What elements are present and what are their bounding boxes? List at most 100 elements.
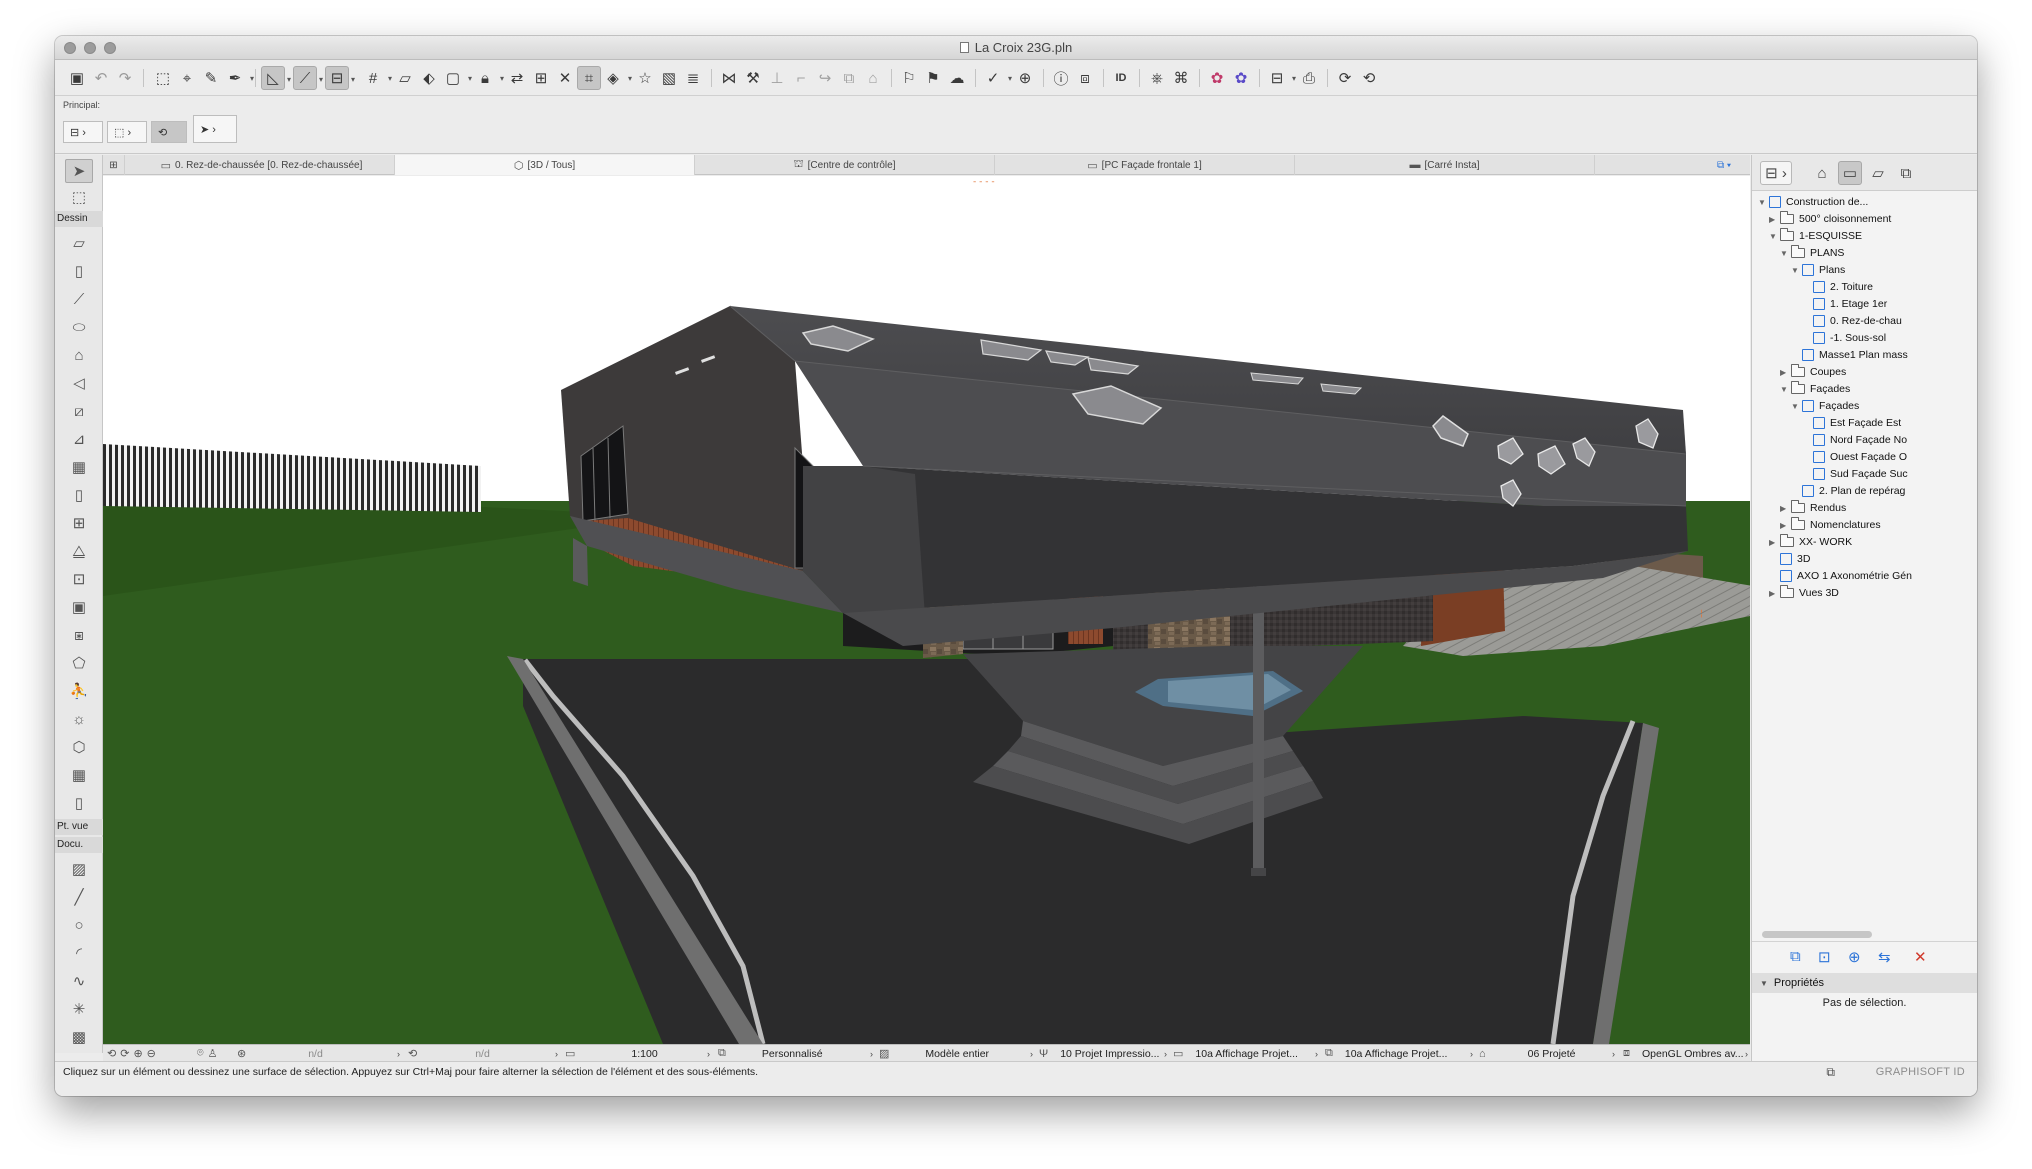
tab-floor-plan[interactable]: ▭ 0. Rez-de-chaussée [0. Rez-de-chaussée] [129,155,395,175]
ruler-icon[interactable]: ▱ [393,66,417,90]
marquee-icon[interactable]: ⬚ [151,66,175,90]
renovation-field[interactable]: ⌂ 06 Projeté › [1479,1045,1615,1062]
slab-tool-icon[interactable]: ⬭ [65,315,93,339]
tree-item[interactable]: ▶ Vues 3D [1769,584,1839,602]
gravity-icon[interactable]: ⊟ ▾ [325,66,355,90]
navigator-scrollbar[interactable] [1762,931,1872,938]
star-icon[interactable]: ☆ [633,66,657,90]
tag-icon[interactable]: ⌘ [1169,66,1193,90]
redo-icon[interactable]: ↷ [113,66,137,90]
element-tool-icon[interactable]: ⬡ [65,735,93,759]
grid-icon[interactable]: # ▾ [361,66,392,90]
arrow-tool-icon[interactable]: ➤ [65,159,93,183]
revision-icon[interactable]: ⟲ [1357,66,1381,90]
tree-item[interactable]: ▼ Façades [1780,380,1850,398]
check-icon[interactable]: ✓ ▾ [981,66,1012,90]
layer-combo-field[interactable]: ⧉ Personnalisé › [718,1045,873,1062]
group-icon[interactable]: ▢ ▾ [441,66,472,90]
adjust-icon[interactable]: ⚒ [741,66,765,90]
pick-icon[interactable]: ⌖ [175,66,199,90]
tree-item[interactable]: 2. Toiture [1813,278,1873,296]
offset-icon[interactable]: ↪ [813,66,837,90]
column-tool-icon[interactable]: ▯ [65,259,93,283]
tree-item[interactable]: ▶ Nomenclatures [1780,516,1881,534]
new-view-icon[interactable]: ⊕ [1848,948,1861,966]
graphic-override-field[interactable]: ⧉ 10a Affichage Projet... › [1325,1045,1473,1062]
morph-tool-icon[interactable]: ⬠ [65,651,93,675]
boolean-icon[interactable]: ⧉ [837,66,861,90]
lock-icon[interactable]: 🔒︎ ▾ [473,66,504,90]
redo-zoom-icon[interactable]: ⟳ [120,1047,129,1060]
figure-tool-icon[interactable]: ▩ [65,1025,93,1049]
geometry-method-button[interactable]: ⊟ › [63,121,103,143]
cursor-icon[interactable]: ⬖ [417,66,441,90]
angle-field[interactable]: ⟲ n/d › [408,1045,558,1062]
mesh-icon[interactable]: ⊕ [1013,66,1037,90]
hotspot-tool-icon[interactable]: ✳ [65,997,93,1021]
collapse-icon[interactable]: ▶ [1780,504,1791,513]
window-icon[interactable]: ⧉ [1826,1065,1835,1080]
stair-tool-icon[interactable]: ⊿ [65,427,93,451]
stack-icon[interactable]: ≣ [681,66,705,90]
grid-tool-icon[interactable]: ▦ [65,763,93,787]
tree-item[interactable]: 2. Plan de repérag [1802,482,1905,500]
flag-icon[interactable]: ⚐ [897,66,921,90]
navigator-mode-button[interactable]: ⊟ › [1760,161,1792,185]
publish-icon[interactable]: ⎈ [1145,66,1169,90]
expand-icon[interactable]: ▼ [1758,198,1769,207]
project-map-icon[interactable]: ⌂ [1810,161,1834,185]
zoom-out-icon[interactable]: ⊖ [147,1047,156,1060]
tab-layout[interactable]: ▬ [Carré Insta] [1295,155,1595,175]
shell-tool-icon[interactable]: ◁ [65,371,93,395]
skylight-tool-icon[interactable]: ⧄ [65,399,93,423]
change-icon[interactable]: ⟳ [1333,66,1357,90]
fillet-icon[interactable]: ⌐ [789,66,813,90]
window-tool-icon[interactable]: ⊞ [65,511,93,535]
tab-3d[interactable]: ⬡ [3D / Tous] [395,155,695,175]
collapse-icon[interactable]: ▶ [1780,368,1791,377]
roof-tool-icon[interactable]: ⌂ [65,343,93,367]
3d-model-scene[interactable]: - - - - ¦ [103,176,1750,1044]
save-icon[interactable]: ▣ [65,66,89,90]
tree-item[interactable]: ▼ 1-ESQUISSE [1769,227,1862,245]
tree-item[interactable]: Masse1 Plan mass [1802,346,1908,364]
tree-item[interactable]: ▼ Façades [1791,397,1859,415]
tree-item[interactable]: AXO 1 Axonométrie Gén [1780,567,1912,585]
info-icon[interactable]: ⓘ [1049,66,1073,90]
layout-icon[interactable]: ⊟ ▾ [1265,66,1296,90]
id-icon[interactable]: ID [1109,66,1133,90]
3d-viewport[interactable]: - - - - ¦ [103,176,1750,1044]
model-icon[interactable]: ⧈ [1073,66,1097,90]
tree-item[interactable]: Est Façade Est [1813,414,1901,432]
nav-controls[interactable]: ⟲ ⟳ ⊕ ⊖ [107,1045,197,1062]
circle-tool-icon[interactable]: ○ [65,913,93,937]
inject-icon[interactable]: ✎ [199,66,223,90]
split-icon[interactable]: ⋈ [717,66,741,90]
clone-view-icon[interactable]: ⇆ [1878,948,1891,966]
renovation-icon[interactable]: ⊞ [529,66,553,90]
image-icon[interactable]: ▧ [657,66,681,90]
tree-item[interactable]: ▶ XX- WORK [1769,533,1852,551]
corner-window-tool-icon[interactable]: ⊡ [65,567,93,591]
expand-icon[interactable]: ▼ [1791,402,1802,411]
marquee-tool-icon[interactable]: ⬚ [65,185,93,209]
eyedropper-icon[interactable]: ✒ ▾ [223,66,254,90]
tab-overview-icon[interactable]: ⊞ [103,155,125,175]
zoom-field[interactable]: ⊛ n/d › [237,1045,400,1062]
zone-tool-icon[interactable]: ▣ [65,595,93,619]
model-view-field[interactable]: ▨ Modèle entier › [879,1045,1033,1062]
print-icon[interactable]: ⎙ [1297,66,1321,90]
tree-item[interactable]: ▶ Rendus [1780,499,1846,517]
cloud-icon[interactable]: ☁ [945,66,969,90]
trace-icon[interactable]: ⌗ [577,66,601,90]
tree-item[interactable]: Nord Façade No [1813,431,1907,449]
expand-icon[interactable]: ▼ [1780,385,1791,394]
tab-control-center[interactable]: ⛫ [Centre de contrôle] [695,155,995,175]
tree-item[interactable]: 0. Rez-de-chau [1813,312,1902,330]
scale-field[interactable]: ▭ 1:100 › [565,1045,710,1062]
object-tool-icon[interactable]: ⛹ [65,679,93,703]
curtain-wall-tool-icon[interactable]: ▦ [65,455,93,479]
zoom-in-icon[interactable]: ⊕ [133,1047,142,1060]
arc-tool-icon[interactable]: ◜ [65,941,93,965]
collapse-icon[interactable]: ▶ [1769,215,1780,224]
